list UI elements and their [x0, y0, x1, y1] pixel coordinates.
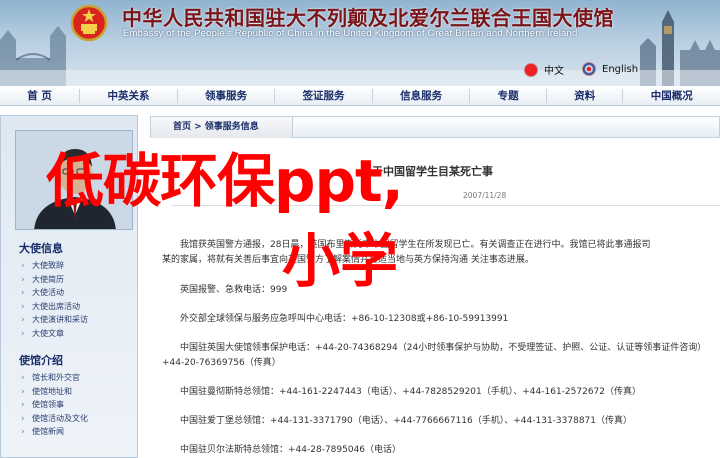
sidebar-item[interactable]: 使馆地址和	[21, 385, 88, 399]
article-paragraph: 外交部全球领保与服务应急呼叫中心电话：+86-10-12308或+86-10-5…	[180, 314, 509, 324]
article-paragraph: 中国驻贝尔法斯特总领馆：+44-28-7895046（电话）	[180, 445, 402, 455]
embassy-title-english: Embassy of the People's Republic of Chin…	[123, 28, 578, 39]
article-paragraph: 英国报警、急救电话：999	[180, 285, 288, 295]
nav-item-consular[interactable]: 领事服务	[178, 88, 276, 103]
sidebar-section-ambassador: 大使信息	[19, 242, 63, 255]
sidebar-item[interactable]: 使馆活动及文化	[21, 412, 88, 426]
main-nav: 首 页 中英关系 领事服务 签证服务 信息服务 专题 资料 中国概况	[0, 86, 720, 106]
sidebar-item[interactable]: 大使致辞	[21, 259, 88, 273]
nav-item-home[interactable]: 首 页	[0, 88, 81, 103]
language-chinese-label: 中文	[544, 66, 564, 77]
sidebar-item[interactable]: 大使演讲和采访	[21, 313, 88, 327]
sidebar-item[interactable]: 使馆领事	[21, 398, 88, 412]
article-paragraph: 中国驻曼彻斯特总领馆：+44-161-2247443（电话）、+44-78285…	[180, 387, 642, 397]
language-chinese-link[interactable]: 中文	[524, 62, 564, 77]
embassy-title-chinese: 中华人民共和国驻大不列颠及北爱尔兰联合王国大使馆	[122, 6, 614, 30]
article-paragraph: 中国驻英国大使馆领事保护电话：+44-20-74368294（24小时领事保护与…	[180, 343, 707, 353]
sidebar-item[interactable]: 使馆新闻	[21, 425, 88, 439]
sidebar-list-embassy: 馆长和外交官 使馆地址和 使馆领事 使馆活动及文化 使馆新闻	[21, 371, 88, 439]
article-paragraph: 中国驻爱丁堡总领馆：+44-131-3371790（电话）、+44-776666…	[180, 416, 633, 426]
breadcrumb[interactable]: 首页 > 领事服务信息	[151, 117, 293, 138]
sidebar-item[interactable]: 大使活动	[21, 286, 88, 300]
article-paragraph: +44-20-76369756（传真）	[162, 358, 281, 368]
sidebar-section-embassy: 使馆介绍	[19, 354, 63, 367]
sidebar-list-ambassador: 大使致辞 大使简历 大使活动 大使出席活动 大使演讲和采访 大使文章	[21, 259, 88, 340]
article-paragraph: 我馆获英国警方通报，28日晨，英国布里斯托市中国留学生在所发现已亡。有关调查正在…	[180, 240, 651, 250]
sidebar-item[interactable]: 大使出席活动	[21, 300, 88, 314]
nav-item-topics[interactable]: 专题	[470, 88, 547, 103]
page: 中华人民共和国驻大不列颠及北爱尔兰联合王国大使馆 Embassy of the …	[0, 0, 720, 458]
breadcrumb-bar: 首页 > 领事服务信息	[150, 116, 720, 138]
nav-item-info[interactable]: 信息服务	[373, 88, 471, 103]
sidebar-item[interactable]: 大使文章	[21, 327, 88, 341]
china-flag-icon	[524, 62, 538, 77]
nav-item-relations[interactable]: 中英关系	[80, 88, 178, 103]
header-banner: 中华人民共和国驻大不列颠及北爱尔兰联合王国大使馆 Embassy of the …	[0, 0, 720, 86]
language-english-link[interactable]: English	[582, 62, 638, 76]
overlay-title-line1: 低碳环保ppt,	[46, 147, 404, 215]
article-date: 2007/11/28	[463, 191, 507, 200]
sidebar-item[interactable]: 大使简历	[21, 273, 88, 287]
nav-item-resources[interactable]: 资料	[547, 88, 624, 103]
overlay-title-line2: 小学	[282, 227, 399, 295]
nav-item-china-overview[interactable]: 中国概况	[623, 89, 720, 103]
national-emblem-icon	[70, 4, 108, 42]
uk-flag-icon	[582, 62, 596, 76]
sidebar-item[interactable]: 馆长和外交官	[21, 371, 88, 385]
language-english-label: English	[602, 63, 639, 75]
nav-item-visa[interactable]: 签证服务	[275, 88, 373, 103]
